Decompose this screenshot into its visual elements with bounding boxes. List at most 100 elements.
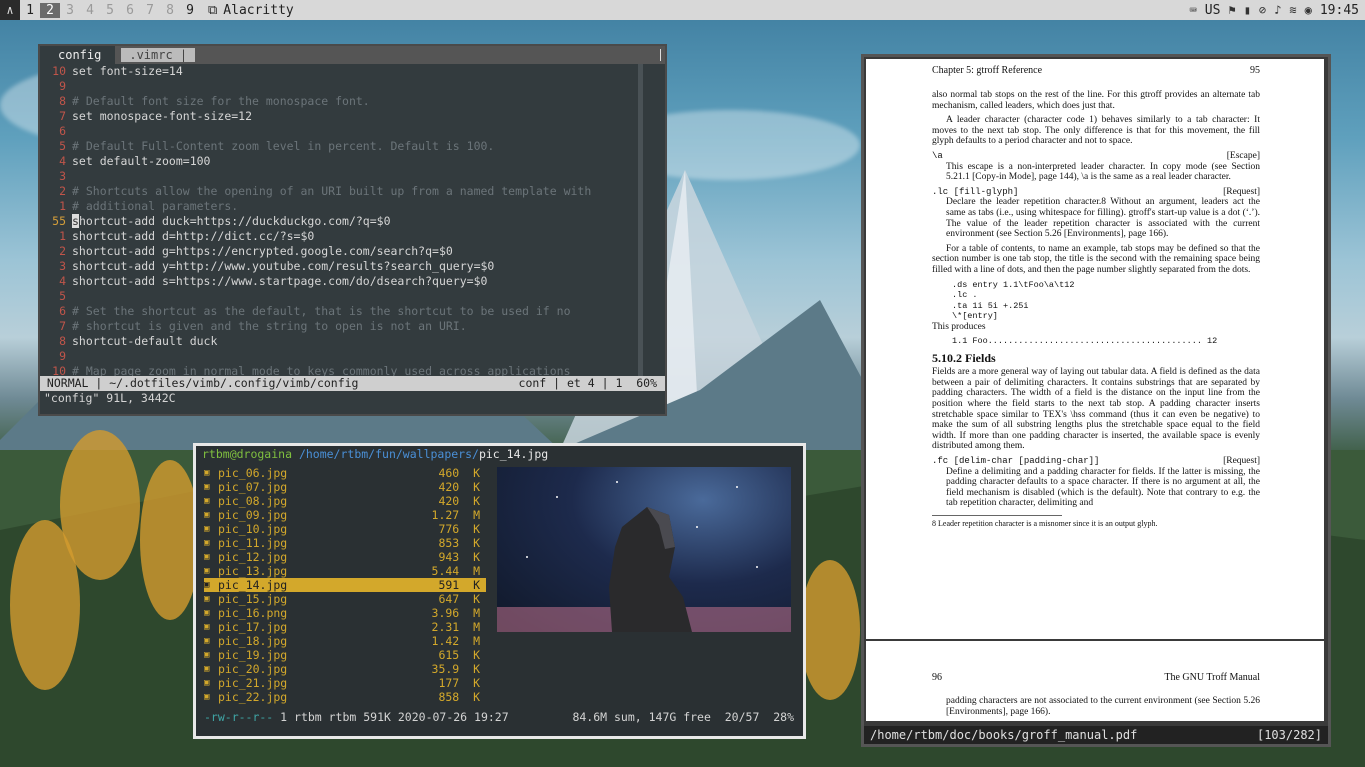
vim-line[interactable]: 3 shortcut-add y=http://www.youtube.com/r…: [40, 259, 665, 274]
workspace-5[interactable]: 5: [100, 3, 120, 18]
top-bar: ∧ 1 2 3 4 5 6 7 8 9 ⧉ Alacritty ⌨ US ⚑ ▮…: [0, 0, 1365, 20]
vim-line[interactable]: 5 # Default Full-Content zoom level in pe…: [40, 139, 665, 154]
vim-line[interactable]: 7 # shortcut is given and the string to o…: [40, 319, 665, 334]
vim-line[interactable]: 9: [40, 79, 665, 94]
vim-line[interactable]: 8 # Default font size for the monospace f…: [40, 94, 665, 109]
pdf-viewer-window[interactable]: Chapter 5: gtroff Reference 95 also norm…: [861, 54, 1331, 747]
vim-line[interactable]: 10 set font-size=14: [40, 64, 665, 79]
pdf-page-96[interactable]: 96 The GNU Troff Manual padding characte…: [866, 641, 1324, 721]
file-row[interactable]: ▣ pic_08.jpg 420 K: [204, 494, 486, 508]
file-row[interactable]: ▣ pic_22.jpg 858 K: [204, 690, 486, 704]
file-row[interactable]: ▣ pic_07.jpg 420 K: [204, 480, 486, 494]
file-row[interactable]: ▣ pic_21.jpg 177 K: [204, 676, 486, 690]
vim-line[interactable]: 7 set monospace-font-size=12: [40, 109, 665, 124]
vim-cmdline[interactable]: "config" 91L, 3442C: [40, 391, 665, 406]
keyboard-icon: ⌨: [1189, 3, 1197, 17]
line-number: 4: [59, 274, 66, 288]
vim-line[interactable]: 9: [40, 349, 665, 364]
vim-window[interactable]: config .vimrc | 10 set font-size=14 9 8 # De…: [38, 44, 667, 416]
file-row[interactable]: ▣ pic_10.jpg 776 K: [204, 522, 486, 536]
vim-buffer[interactable]: 10 set font-size=14 9 8 # Default font size …: [40, 64, 665, 376]
file-row[interactable]: ▣ pic_19.jpg 615 K: [204, 648, 486, 662]
image-file-icon: ▣: [204, 678, 210, 688]
file-name: pic_10.jpg: [218, 522, 288, 536]
keyboard-layout[interactable]: US: [1205, 3, 1221, 18]
request-name: .lc [fill-glyph]: [932, 186, 1019, 197]
window-title: ⧉ Alacritty: [208, 3, 294, 18]
workspace-2[interactable]: 2: [40, 2, 60, 18]
paragraph: padding characters are not associated to…: [946, 696, 1260, 717]
file-row[interactable]: ▣ pic_06.jpg 460 K: [204, 466, 486, 480]
file-name: pic_15.jpg: [218, 592, 288, 606]
vim-line[interactable]: 5: [40, 289, 665, 304]
file-row[interactable]: ▣ pic_14.jpg 591 K: [204, 578, 486, 592]
image-preview: [497, 467, 791, 632]
file-size: 943 K: [438, 550, 480, 564]
tab-vimrc[interactable]: .vimrc |: [121, 48, 196, 62]
vim-line[interactable]: 6: [40, 124, 665, 139]
file-name: pic_20.jpg: [218, 662, 288, 676]
request-description: Declare the leader repetition character.…: [946, 197, 1260, 240]
file-row[interactable]: ▣ pic_13.jpg 5.44 M: [204, 564, 486, 578]
line-text: # shortcut is given and the string to op…: [72, 319, 467, 333]
page-header: 96 The GNU Troff Manual: [932, 672, 1260, 683]
discord-icon[interactable]: ◉: [1305, 3, 1312, 17]
vim-tabline: config .vimrc |: [40, 46, 665, 64]
file-row[interactable]: ▣ pic_15.jpg 647 K: [204, 592, 486, 606]
file-size: 420 K: [438, 494, 480, 508]
file-row[interactable]: ▣ pic_17.jpg 2.31 M: [204, 620, 486, 634]
vim-line[interactable]: 8 shortcut-default duck: [40, 334, 665, 349]
vim-line[interactable]: 2 # Shortcuts allow the opening of an URI…: [40, 184, 665, 199]
flag-icon[interactable]: ⚑: [1228, 3, 1235, 17]
file-name: pic_14.jpg: [218, 578, 288, 592]
request-heading: .fc [delim-char [padding-char]] [Request]: [932, 456, 1260, 467]
line-text-rest: hortcut-add duck=https://duckduckgo.com/…: [78, 214, 391, 228]
vim-line[interactable]: 1 # additional parameters.: [40, 199, 665, 214]
pdf-page-95[interactable]: Chapter 5: gtroff Reference 95 also norm…: [866, 59, 1324, 639]
image-file-icon: ▣: [204, 692, 210, 702]
volume-icon[interactable]: ♪: [1274, 3, 1281, 17]
line-number: 2: [59, 184, 66, 198]
ranger-window[interactable]: rtbm@drogaina /home/rtbm/fun/wallpapers/…: [193, 443, 806, 739]
arch-logo-icon[interactable]: ∧: [0, 0, 20, 20]
workspace-6[interactable]: 6: [120, 3, 140, 18]
image-file-icon: ▣: [204, 566, 210, 576]
vim-line[interactable]: 3: [40, 169, 665, 184]
book-title: The GNU Troff Manual: [1164, 672, 1260, 683]
paragraph: For a table of contents, to name an exam…: [932, 243, 1260, 275]
workspace-9[interactable]: 9: [180, 3, 200, 18]
file-size: 35.9 K: [431, 662, 480, 676]
workspace-7[interactable]: 7: [140, 3, 160, 18]
vim-line[interactable]: 10 # Map page zoom in normal mode to keys…: [40, 364, 665, 376]
file-size: 591 K: [438, 578, 480, 592]
line-number: 5: [59, 289, 66, 303]
vim-line[interactable]: 1 shortcut-add d=http://dict.cc/?s=$0: [40, 229, 665, 244]
workspace-3[interactable]: 3: [60, 3, 80, 18]
vim-line[interactable]: 55 shortcut-add duck=https://duckduckgo.c…: [40, 214, 665, 229]
file-row[interactable]: ▣ pic_12.jpg 943 K: [204, 550, 486, 564]
line-number: 7: [59, 109, 66, 123]
wifi-icon[interactable]: ≋: [1289, 3, 1296, 17]
vim-line[interactable]: 4 shortcut-add s=https://www.startpage.co…: [40, 274, 665, 289]
ranger-header: rtbm@drogaina /home/rtbm/fun/wallpapers/…: [196, 446, 803, 462]
file-row[interactable]: ▣ pic_16.png 3.96 M: [204, 606, 486, 620]
request-name: .fc [delim-char [padding-char]]: [932, 455, 1100, 466]
workspace-1[interactable]: 1: [20, 3, 40, 18]
vim-line[interactable]: 6 # Set the shortcut as the default, that…: [40, 304, 665, 319]
file-row[interactable]: ▣ pic_11.jpg 853 K: [204, 536, 486, 550]
image-file-icon: ▣: [204, 496, 210, 506]
file-row[interactable]: ▣ pic_18.jpg 1.42 M: [204, 634, 486, 648]
window-icon: ⧉: [208, 2, 218, 18]
file-list[interactable]: ▣ pic_06.jpg 460 K ▣ pic_07.jpg 420 K ▣ pic_08.…: [204, 466, 486, 704]
vim-line[interactable]: 2 shortcut-add g=https://encrypted.google…: [40, 244, 665, 259]
workspace-4[interactable]: 4: [80, 3, 100, 18]
mute-icon[interactable]: ⊘: [1259, 3, 1266, 17]
code-line: .ds entry 1.1\tFoo\a\t12: [952, 279, 1075, 290]
moai-statue-image: [497, 481, 791, 632]
vim-line[interactable]: 4 set default-zoom=100: [40, 154, 665, 169]
battery-icon[interactable]: ▮: [1244, 3, 1251, 17]
workspace-8[interactable]: 8: [160, 3, 180, 18]
file-row[interactable]: ▣ pic_20.jpg 35.9 K: [204, 662, 486, 676]
file-row[interactable]: ▣ pic_09.jpg 1.27 M: [204, 508, 486, 522]
tab-config[interactable]: config: [40, 46, 116, 64]
